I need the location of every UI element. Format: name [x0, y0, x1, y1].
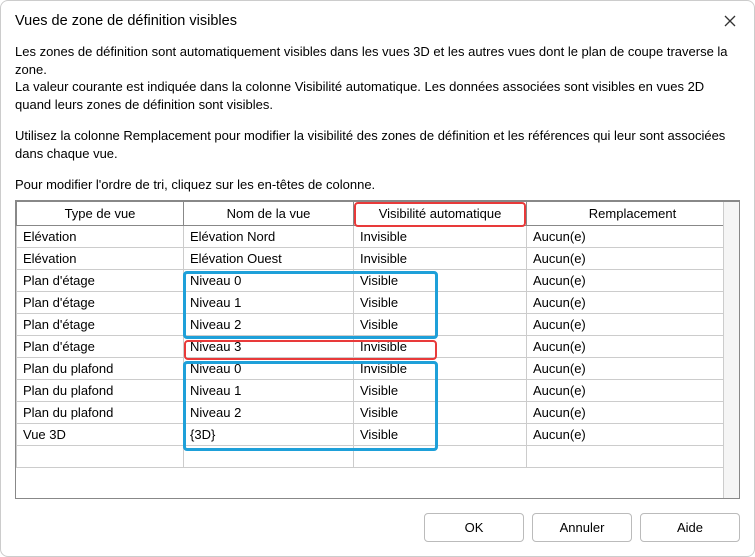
cell-vis[interactable]: Visible [354, 401, 527, 423]
help-button[interactable]: Aide [640, 513, 740, 542]
cell-name[interactable]: Elévation Ouest [184, 247, 354, 269]
table-row[interactable]: Plan du plafondNiveau 0InvisibleAucun(e) [17, 357, 739, 379]
button-bar: OK Annuler Aide [1, 499, 754, 556]
dialog-window: Vues de zone de définition visibles Les … [0, 0, 755, 557]
table-row[interactable]: Plan du plafondNiveau 1VisibleAucun(e) [17, 379, 739, 401]
close-icon [724, 15, 736, 27]
cell-name[interactable]: Niveau 1 [184, 379, 354, 401]
cell-rep[interactable]: Aucun(e) [527, 335, 739, 357]
cell-rep[interactable]: Aucun(e) [527, 379, 739, 401]
cell-vis[interactable]: Visible [354, 379, 527, 401]
table-body: ElévationElévation NordInvisibleAucun(e)… [17, 225, 739, 467]
table-row-empty [17, 445, 739, 467]
cell-name[interactable]: {3D} [184, 423, 354, 445]
dialog-title: Vues de zone de définition visibles [15, 13, 237, 29]
cell-name[interactable]: Niveau 0 [184, 357, 354, 379]
table-row[interactable]: ElévationElévation NordInvisibleAucun(e) [17, 225, 739, 247]
cell-name[interactable]: Niveau 2 [184, 401, 354, 423]
titlebar: Vues de zone de définition visibles [1, 1, 754, 37]
table-row[interactable]: Plan d'étageNiveau 3InvisibleAucun(e) [17, 335, 739, 357]
cell-type[interactable]: Elévation [17, 225, 184, 247]
table-row[interactable]: Plan du plafondNiveau 2VisibleAucun(e) [17, 401, 739, 423]
cell-name[interactable]: Niveau 1 [184, 291, 354, 313]
col-header-name[interactable]: Nom de la vue [184, 201, 354, 225]
cell-name[interactable]: Niveau 3 [184, 335, 354, 357]
cell-rep[interactable]: Aucun(e) [527, 291, 739, 313]
cell-rep[interactable]: Aucun(e) [527, 357, 739, 379]
cancel-button[interactable]: Annuler [532, 513, 632, 542]
ok-button[interactable]: OK [424, 513, 524, 542]
description-text-2: Utilisez la colonne Remplacement pour mo… [15, 127, 740, 162]
content-area: Les zones de définition sont automatique… [1, 37, 754, 499]
cell-type[interactable]: Plan du plafond [17, 379, 184, 401]
cell-vis[interactable]: Invisible [354, 247, 527, 269]
table-row[interactable]: ElévationElévation OuestInvisibleAucun(e… [17, 247, 739, 269]
cell-type[interactable]: Plan d'étage [17, 269, 184, 291]
description-text: Les zones de définition sont automatique… [15, 43, 740, 113]
table-row[interactable]: Vue 3D{3D}VisibleAucun(e) [17, 423, 739, 445]
vertical-scrollbar[interactable] [723, 202, 739, 498]
table-row[interactable]: Plan d'étageNiveau 2VisibleAucun(e) [17, 313, 739, 335]
cell-vis[interactable]: Invisible [354, 225, 527, 247]
cell-type[interactable]: Plan du plafond [17, 357, 184, 379]
cell-name[interactable]: Elévation Nord [184, 225, 354, 247]
col-header-override[interactable]: Remplacement [527, 201, 739, 225]
cell-type[interactable]: Vue 3D [17, 423, 184, 445]
cell-vis[interactable]: Visible [354, 313, 527, 335]
cell-name[interactable]: Niveau 0 [184, 269, 354, 291]
cell-rep[interactable]: Aucun(e) [527, 225, 739, 247]
cell-rep[interactable]: Aucun(e) [527, 247, 739, 269]
description-text-3: Pour modifier l'ordre de tri, cliquez su… [15, 176, 740, 194]
cell-vis[interactable]: Invisible [354, 357, 527, 379]
cell-rep[interactable]: Aucun(e) [527, 401, 739, 423]
col-header-type[interactable]: Type de vue [17, 201, 184, 225]
cell-vis[interactable]: Invisible [354, 335, 527, 357]
cell-name[interactable]: Niveau 2 [184, 313, 354, 335]
cell-vis[interactable]: Visible [354, 291, 527, 313]
col-header-visibility[interactable]: Visibilité automatique [354, 201, 527, 225]
cell-rep[interactable]: Aucun(e) [527, 269, 739, 291]
table-row[interactable]: Plan d'étageNiveau 0VisibleAucun(e) [17, 269, 739, 291]
cell-vis[interactable]: Visible [354, 423, 527, 445]
views-table: Type de vue Nom de la vue Visibilité aut… [16, 201, 739, 468]
cell-type[interactable]: Elévation [17, 247, 184, 269]
cell-vis[interactable]: Visible [354, 269, 527, 291]
cell-type[interactable]: Plan d'étage [17, 313, 184, 335]
cell-rep[interactable]: Aucun(e) [527, 313, 739, 335]
cell-type[interactable]: Plan du plafond [17, 401, 184, 423]
table-container: Type de vue Nom de la vue Visibilité aut… [15, 200, 740, 499]
table-row[interactable]: Plan d'étageNiveau 1VisibleAucun(e) [17, 291, 739, 313]
cell-type[interactable]: Plan d'étage [17, 335, 184, 357]
table-header-row: Type de vue Nom de la vue Visibilité aut… [17, 201, 739, 225]
cell-rep[interactable]: Aucun(e) [527, 423, 739, 445]
desc-line-2: La valeur courante est indiquée dans la … [15, 78, 740, 113]
desc-line-1: Les zones de définition sont automatique… [15, 43, 740, 78]
cell-type[interactable]: Plan d'étage [17, 291, 184, 313]
close-button[interactable] [720, 11, 740, 31]
